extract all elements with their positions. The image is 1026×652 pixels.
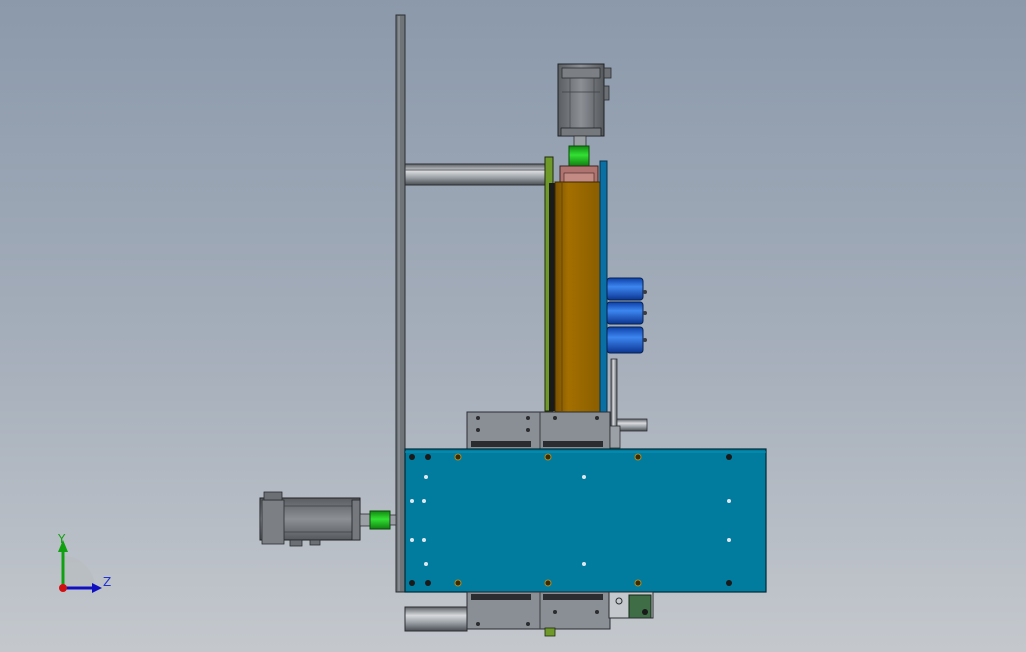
- upper-slide-block[interactable]: [466, 411, 621, 450]
- back-vertical-plate[interactable]: [395, 14, 406, 593]
- side-mount-plate[interactable]: [599, 160, 608, 414]
- side-servo-motor[interactable]: [259, 491, 371, 547]
- vertical-rail[interactable]: [544, 156, 555, 412]
- top-servo-motor[interactable]: [557, 63, 612, 147]
- column-top-cap[interactable]: [559, 165, 599, 183]
- main-base-plate[interactable]: [404, 448, 767, 593]
- assembly-model[interactable]: [0, 0, 1026, 652]
- side-coupling[interactable]: [369, 510, 397, 530]
- orientation-triad: [58, 540, 102, 593]
- triad-y-label: Y: [58, 532, 66, 546]
- cad-viewport[interactable]: Y Z: [0, 0, 1026, 652]
- lower-slide-block[interactable]: [466, 591, 611, 637]
- side-support-rod[interactable]: [610, 358, 648, 432]
- lower-guide-rod[interactable]: [404, 606, 468, 632]
- bottom-bracket[interactable]: [608, 591, 654, 619]
- upper-guide-rod[interactable]: [404, 163, 549, 186]
- blue-cylinder-stack[interactable]: [606, 277, 647, 354]
- vertical-linear-module[interactable]: [554, 181, 601, 413]
- triad-z-label: Z: [103, 575, 112, 589]
- top-coupling[interactable]: [568, 145, 590, 167]
